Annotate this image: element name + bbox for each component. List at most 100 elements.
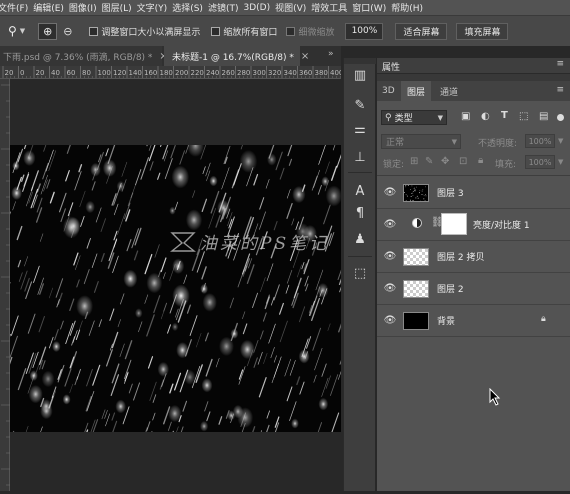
noise-speck — [422, 191, 423, 192]
layer-row[interactable]: 👁︎ 背景 🔒︎ — [377, 305, 570, 337]
zoom-value-field[interactable]: 100% — [345, 23, 383, 40]
tab-channels[interactable]: 通道 — [440, 81, 458, 101]
tab-3d[interactable]: 3D — [382, 81, 395, 101]
layer-row[interactable]: 👁︎ 图层 3 — [377, 177, 570, 209]
lock-artboard-icon[interactable]: ⊡ — [459, 156, 467, 167]
ruler-label: 0 — [20, 69, 24, 77]
fit-window-checkbox[interactable] — [89, 27, 98, 36]
scrubby-checkbox[interactable] — [286, 27, 295, 36]
lock-transparent-icon[interactable]: ⊞ — [410, 156, 418, 167]
tab-title: 未标题-1 @ 16.7%(RGB/8) * — [172, 50, 294, 63]
lock-image-icon[interactable]: ✎ — [425, 156, 433, 167]
noise-speck — [410, 200, 411, 201]
rain-streak — [287, 387, 292, 401]
panel-menu-icon[interactable]: ≡ — [556, 59, 564, 69]
vertical-ruler-ticks — [0, 79, 10, 491]
menu-item[interactable]: 图像(I) — [69, 1, 97, 14]
layer-row[interactable]: 👁︎ 图层 2 拷贝 — [377, 241, 570, 273]
eye-icon[interactable]: 👁︎ — [384, 314, 396, 326]
tab-untitled-1[interactable]: 未标题-1 @ 16.7%(RGB/8) *× — [164, 46, 300, 66]
brush-settings-icon[interactable]: ✎ — [351, 96, 369, 114]
filter-toggle[interactable] — [557, 114, 564, 121]
rain-drop-glow — [267, 153, 276, 165]
filter-pixel-icon[interactable]: ▣ — [461, 111, 470, 122]
adjustments-icon[interactable]: ⚌ — [351, 120, 369, 138]
rain-drop-glow — [168, 405, 181, 422]
zoom-in-button[interactable]: ⊕ — [38, 23, 57, 40]
clone-source-icon[interactable]: ⊥ — [351, 148, 369, 166]
filter-shape-icon[interactable]: ⬚ — [519, 111, 528, 122]
chevron-down-icon[interactable]: ▼ — [558, 158, 563, 166]
rain-streak — [280, 321, 287, 342]
strip-divider — [348, 256, 372, 257]
menu-item[interactable]: 文字(Y) — [137, 1, 168, 14]
filter-adjustment-icon[interactable]: ◐ — [481, 111, 490, 122]
menu-item[interactable]: 窗口(W) — [352, 1, 386, 14]
layer-row[interactable]: 👁︎ ⛓︎ 亮度/对比度 1 — [377, 209, 570, 241]
noise-speck — [413, 191, 414, 192]
fit-screen-button[interactable]: 适合屏幕 — [395, 23, 447, 40]
rain-streak — [175, 202, 178, 210]
rain-streak — [145, 295, 148, 304]
glyphs-icon[interactable]: ♟ — [351, 230, 369, 248]
eye-icon[interactable]: 👁︎ — [384, 282, 396, 294]
mouse-cursor-icon — [489, 388, 501, 406]
strip-collapse-handle[interactable] — [344, 58, 376, 64]
panel-menu-icon[interactable]: ≡ — [556, 85, 564, 95]
document-canvas[interactable]: 油菜的PS笔记 — [10, 145, 341, 432]
rain-drop-glow — [115, 400, 126, 414]
character-icon[interactable]: A — [351, 182, 369, 200]
rain-streak — [250, 427, 255, 432]
blend-mode-select[interactable]: 正常 ▼ — [381, 134, 461, 149]
layer-row[interactable]: 👁︎ 图层 2 — [377, 273, 570, 305]
menu-item[interactable]: 3D(D) — [243, 3, 270, 13]
rain-streak — [34, 266, 40, 282]
opacity-field[interactable]: 100% — [525, 134, 555, 148]
ruler-label: 40 — [51, 69, 60, 77]
noise-speck — [405, 185, 406, 186]
noise-speck — [408, 185, 409, 186]
rain-streak — [40, 427, 43, 432]
zoom-tool-preset[interactable]: ⚲ ▼ — [8, 24, 25, 38]
menu-item[interactable]: 文件(F) — [0, 1, 28, 14]
menu-item[interactable]: 图层(L) — [102, 1, 132, 14]
rain-streak — [170, 384, 173, 393]
paragraph-icon[interactable]: ¶ — [351, 204, 369, 222]
rain-streak — [50, 192, 54, 202]
zoom-out-button[interactable]: ⊖ — [63, 25, 72, 38]
close-icon[interactable]: × — [301, 51, 309, 62]
menu-item[interactable]: 编辑(E) — [33, 1, 64, 14]
menu-item[interactable]: 增效工具 — [311, 1, 347, 14]
watermark-text: 油菜的PS笔记 — [200, 229, 329, 254]
layer-filter-select[interactable]: ⚲ 类型 ▼ — [381, 110, 447, 125]
eye-icon[interactable]: 👁︎ — [384, 218, 396, 230]
rain-streak — [28, 314, 35, 333]
lock-icon: 🔒︎ — [541, 314, 546, 324]
history-icon[interactable]: ▥ — [351, 66, 369, 84]
rain-streak — [258, 352, 262, 364]
noise-speck — [405, 186, 406, 187]
tab-layers[interactable]: 图层 — [401, 81, 431, 101]
menu-item[interactable]: 选择(S) — [172, 1, 203, 14]
tab-rain-psd[interactable]: 下雨.psd @ 7.36% (雨滴, RGB/8) *× — [0, 46, 162, 66]
panel-collapse-handle[interactable] — [377, 74, 570, 81]
fill-field[interactable]: 100% — [525, 155, 555, 169]
eye-icon[interactable]: 👁︎ — [384, 250, 396, 262]
filter-smart-object-icon[interactable]: ▤ — [539, 111, 548, 122]
menu-item[interactable]: 滤镜(T) — [208, 1, 239, 14]
filter-type-icon[interactable]: T — [501, 110, 508, 121]
rain-streak — [259, 212, 265, 229]
menu-item[interactable]: 视图(V) — [275, 1, 306, 14]
lock-position-icon[interactable]: ✥ — [441, 156, 449, 167]
zoom-all-checkbox[interactable] — [211, 27, 220, 36]
lock-all-icon[interactable]: 🔒︎ — [478, 155, 483, 166]
rain-streak — [263, 313, 266, 321]
fill-screen-button[interactable]: 填充屏幕 — [456, 23, 508, 40]
chevron-down-icon[interactable]: ▼ — [558, 137, 563, 145]
cube-3d-icon[interactable]: ⬚ — [351, 264, 369, 282]
rain-streak — [96, 208, 101, 222]
menu-item[interactable]: 帮助(H) — [391, 1, 423, 14]
tab-overflow-icon[interactable]: » — [328, 49, 334, 59]
layers-tabs: 3D 图层 通道 ≡ — [377, 81, 570, 101]
eye-icon[interactable]: 👁︎ — [384, 186, 396, 198]
